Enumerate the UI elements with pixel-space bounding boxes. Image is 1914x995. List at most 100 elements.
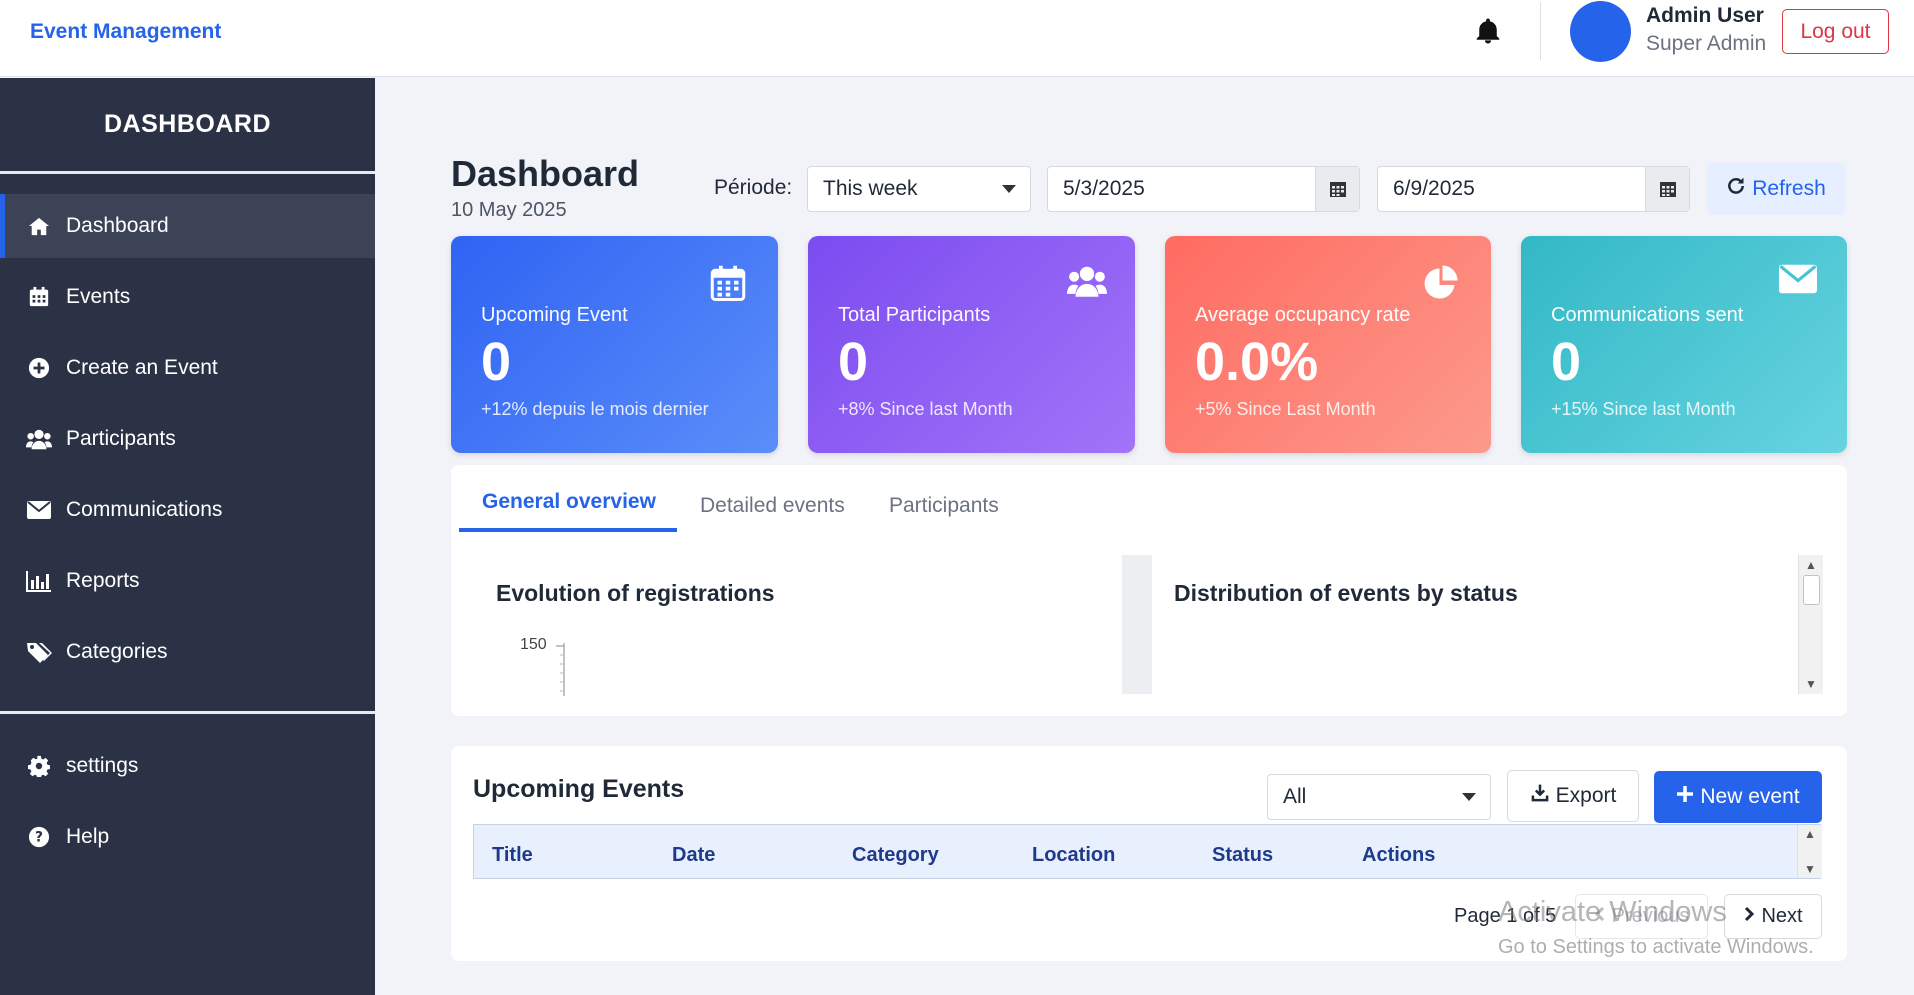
- next-label: Next: [1761, 905, 1803, 927]
- column-header-date[interactable]: Date: [672, 844, 715, 867]
- envelope-icon: [26, 497, 52, 523]
- sidebar-divider: [0, 711, 375, 714]
- sidebar-item-settings[interactable]: settings: [0, 734, 375, 798]
- sidebar-divider: [0, 171, 375, 174]
- stat-card-upcoming-events: Upcoming Event 0 +12% depuis le mois der…: [451, 236, 778, 453]
- sidebar-item-dashboard[interactable]: Dashboard: [0, 194, 375, 258]
- sidebar-item-communications[interactable]: Communications: [0, 478, 375, 542]
- column-header-status[interactable]: Status: [1212, 844, 1273, 867]
- sidebar-item-help[interactable]: ? Help: [0, 805, 375, 869]
- calendar-icon: [26, 284, 52, 310]
- registrations-chart-title: Evolution of registrations: [496, 580, 775, 606]
- scrollbar-thumb[interactable]: [1803, 575, 1820, 605]
- sidebar-item-label: Categories: [66, 640, 168, 663]
- refresh-button[interactable]: Refresh: [1707, 163, 1845, 215]
- stat-card-total-participants: Total Participants 0 +8% Since last Mont…: [808, 236, 1135, 453]
- stat-card-occupancy-rate: Average occupancy rate 0.0% +5% Since La…: [1165, 236, 1491, 453]
- scroll-down-icon[interactable]: ▼: [1805, 677, 1817, 691]
- sidebar-item-label: Create an Event: [66, 356, 218, 379]
- logout-button[interactable]: Log out: [1782, 9, 1889, 54]
- envelope-icon: [1779, 264, 1819, 304]
- divider: [1540, 2, 1541, 60]
- active-tab-indicator: [459, 528, 677, 532]
- sidebar-item-label: Events: [66, 285, 131, 308]
- period-select-value: This week: [823, 177, 918, 200]
- sidebar-item-categories[interactable]: Categories: [0, 620, 375, 684]
- sidebar-item-create-event[interactable]: Create an Event: [0, 336, 375, 400]
- user-role: Super Admin: [1646, 32, 1767, 55]
- tab-participants[interactable]: Participants: [889, 494, 999, 518]
- card-subtext: +8% Since last Month: [838, 399, 1013, 419]
- avatar[interactable]: [1570, 1, 1631, 62]
- tab-detailed-events[interactable]: Detailed events: [700, 494, 845, 518]
- scroll-down-icon[interactable]: ▼: [1804, 862, 1816, 876]
- date-from-field[interactable]: 5/3/2025: [1047, 166, 1360, 212]
- events-table-header: Title Date Category Location Status Acti…: [473, 824, 1821, 879]
- activation-watermark-subtitle: Go to Settings to activate Windows.: [1498, 936, 1814, 958]
- y-axis-tick-label: 150: [520, 636, 547, 653]
- card-subtext: +5% Since Last Month: [1195, 399, 1376, 419]
- status-chart-title: Distribution of events by status: [1174, 580, 1518, 606]
- sidebar-title: DASHBOARD: [104, 110, 271, 138]
- card-value: 0.0%: [1195, 332, 1319, 392]
- card-value: 0: [838, 332, 869, 392]
- card-subtext: +15% Since last Month: [1551, 399, 1736, 419]
- question-circle-icon: ?: [26, 824, 52, 850]
- card-subtext: +12% depuis le mois dernier: [481, 399, 709, 419]
- card-value: 0: [1551, 332, 1582, 392]
- period-label: Période:: [714, 176, 793, 199]
- card-label: Total Participants: [838, 304, 991, 326]
- status-filter-select[interactable]: All: [1267, 774, 1491, 820]
- chevron-right-icon: [1743, 905, 1755, 928]
- date-from-value: 5/3/2025: [1063, 177, 1145, 200]
- brand-title[interactable]: Event Management: [30, 20, 221, 44]
- gear-icon: [26, 753, 52, 779]
- calendar-icon: [710, 264, 750, 304]
- sidebar-item-events[interactable]: Events: [0, 265, 375, 329]
- table-scrollbar[interactable]: ▲ ▼: [1797, 825, 1822, 878]
- sidebar-item-label: Reports: [66, 569, 140, 592]
- download-icon: [1530, 783, 1550, 809]
- sidebar-item-label: Help: [66, 825, 110, 848]
- user-name: Admin User: [1646, 4, 1764, 27]
- activation-watermark-title: Activate Windows: [1498, 896, 1727, 928]
- plus-circle-icon: [26, 355, 52, 381]
- card-value: 0: [481, 332, 512, 392]
- home-icon: [26, 213, 52, 239]
- sidebar-item-reports[interactable]: Reports: [0, 549, 375, 613]
- card-label: Upcoming Event: [481, 304, 628, 326]
- period-select[interactable]: This week: [807, 166, 1031, 212]
- scroll-up-icon[interactable]: ▲: [1805, 558, 1817, 572]
- sidebar-item-participants[interactable]: Participants: [0, 407, 375, 471]
- calendar-icon[interactable]: [1315, 167, 1359, 211]
- svg-text:?: ?: [35, 830, 43, 846]
- users-icon: [1067, 264, 1107, 304]
- export-button[interactable]: Export: [1507, 770, 1639, 822]
- date-to-field[interactable]: 6/9/2025: [1377, 166, 1690, 212]
- chevron-down-icon: [1002, 185, 1016, 193]
- tab-general-overview[interactable]: General overview: [482, 490, 656, 514]
- column-header-location[interactable]: Location: [1032, 844, 1115, 867]
- top-bar: Event Management Admin User Super Admin …: [0, 0, 1914, 77]
- column-header-actions: Actions: [1362, 844, 1436, 866]
- page-date: 10 May 2025: [451, 199, 567, 221]
- overview-scrollbar[interactable]: ▲ ▼: [1798, 555, 1823, 694]
- date-to-value: 6/9/2025: [1393, 177, 1475, 200]
- chart-divider: [1122, 555, 1152, 694]
- scroll-up-icon[interactable]: ▲: [1804, 827, 1816, 841]
- column-header-title[interactable]: Title: [492, 844, 533, 867]
- calendar-icon[interactable]: [1645, 167, 1689, 211]
- sidebar-item-label: settings: [66, 754, 139, 777]
- column-header-category[interactable]: Category: [852, 844, 939, 867]
- sidebar-item-label: Dashboard: [66, 214, 169, 237]
- stat-card-communications-sent: Communications sent 0 +15% Since last Mo…: [1521, 236, 1847, 453]
- export-label: Export: [1555, 784, 1617, 807]
- new-event-button[interactable]: New event: [1654, 771, 1822, 823]
- next-page-button[interactable]: Next: [1724, 894, 1822, 939]
- card-label: Average occupancy rate: [1195, 304, 1411, 326]
- bell-icon[interactable]: [1473, 16, 1503, 46]
- status-filter-value: All: [1283, 785, 1307, 808]
- refresh-icon: [1726, 176, 1746, 202]
- new-event-label: New event: [1700, 785, 1800, 808]
- sidebar-item-label: Communications: [66, 498, 223, 521]
